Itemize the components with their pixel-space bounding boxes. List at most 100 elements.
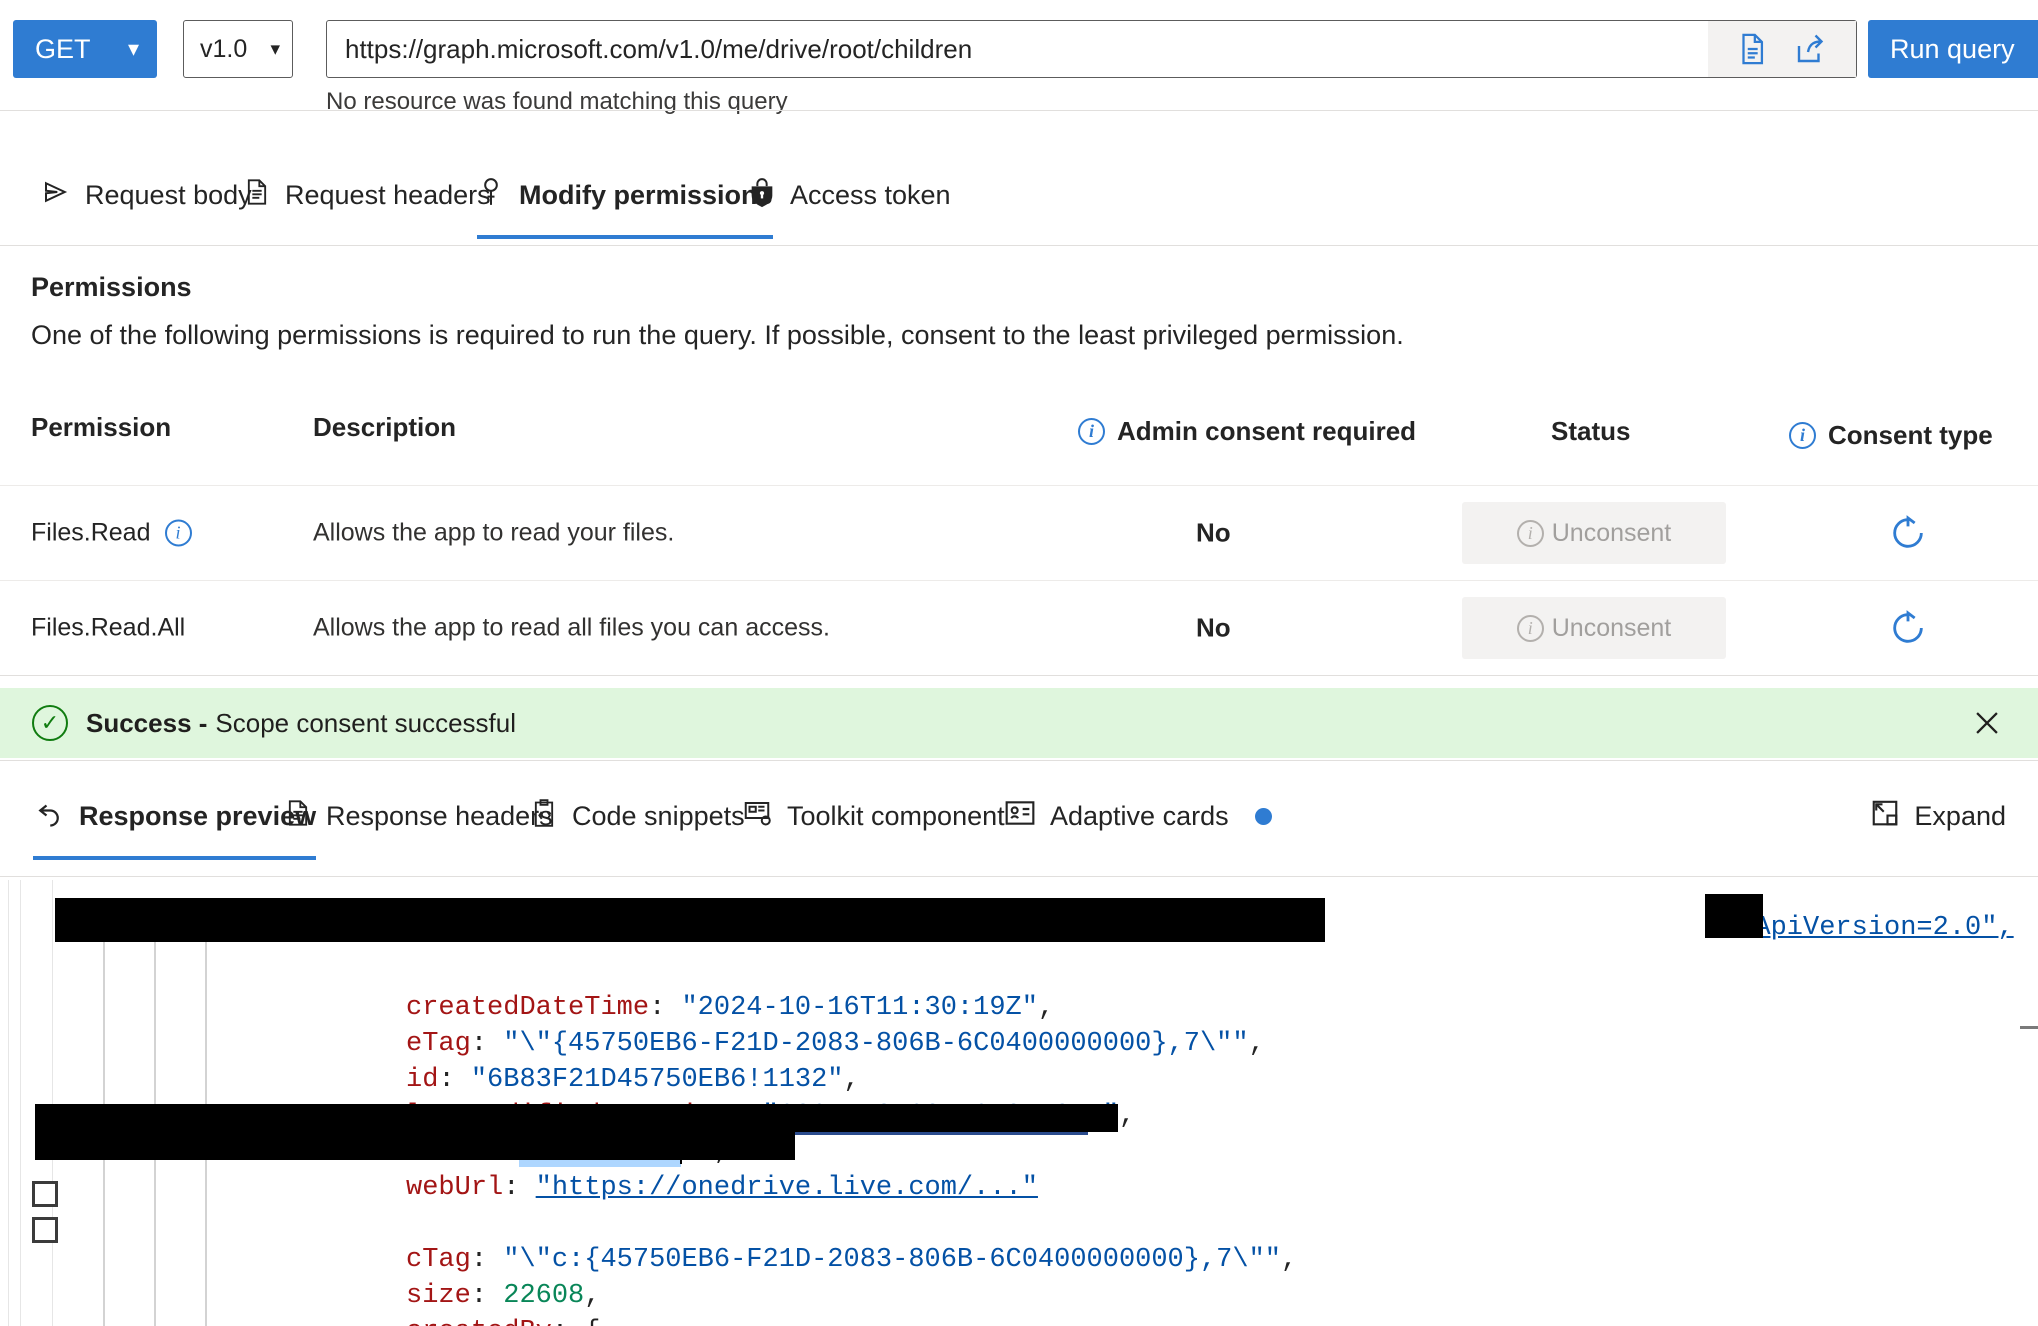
code-line-selected[interactable]: name: "Book 7.xlsx",: [0, 1062, 2038, 1167]
unconsent-label: Unconsent: [1551, 613, 1672, 642]
permission-name-cell: Files.Read i: [31, 519, 192, 548]
code-clipboard-icon: [530, 797, 558, 836]
permission-name-cell: Files.Read.All: [31, 614, 185, 643]
chevron-down-icon: ▾: [270, 38, 280, 60]
response-preview-editor[interactable]: 0&ApiVersion=2.0", createdDateTime: "202…: [0, 880, 2038, 1326]
col-permission: Permission: [31, 412, 171, 443]
redaction-bar: [35, 1132, 795, 1160]
info-icon: i: [1516, 614, 1544, 642]
col-label: Description: [313, 412, 457, 442]
json-code: 0&ApiVersion=2.0", createdDateTime: "202…: [0, 880, 2038, 1326]
tab-label: Access token: [790, 179, 951, 210]
tab-label: Response headers: [326, 800, 553, 831]
share-query-icon[interactable]: [1793, 31, 1829, 67]
info-icon[interactable]: i: [164, 519, 192, 547]
redaction-bar: [55, 898, 1325, 942]
code-line: user: {: [0, 1278, 2038, 1314]
banner-strong-text: Success -: [86, 707, 208, 738]
banner-text: Scope consent successful: [215, 707, 517, 738]
refresh-icon[interactable]: [1888, 513, 1928, 553]
lock-shield-icon: [748, 176, 776, 215]
admin-consent-cell: No: [1196, 612, 1231, 643]
divider: [0, 675, 2038, 676]
col-label: Admin consent required: [1117, 416, 1417, 446]
tab-code-snippets[interactable]: Code snippets: [530, 782, 745, 850]
permissions-description: One of the following permissions is requ…: [31, 320, 1404, 350]
code-line: cTag: "\"c:{45750EB6-F21D-2083-806B-6C04…: [406, 1245, 1298, 1275]
status-banner: ✓ Success - Scope consent successful: [0, 688, 2038, 758]
tab-response-headers[interactable]: Response headers: [284, 782, 553, 850]
tab-modify-permissions[interactable]: Modify permissions: [477, 161, 773, 239]
permission-description-cell: Allows the app to read your files.: [313, 518, 675, 547]
run-query-button[interactable]: Run query: [1868, 20, 2038, 78]
tab-response-preview[interactable]: Response preview: [33, 782, 317, 860]
tab-toolkit-component[interactable]: Toolkit component: [741, 782, 1005, 850]
api-version-dropdown[interactable]: v1.0 ▾: [183, 20, 293, 78]
col-status: Status: [1551, 416, 1630, 447]
chevron-down-icon: ▾: [127, 36, 139, 61]
response-tab-bar: Response preview Response headers Code s…: [0, 766, 2038, 880]
documentation-icon[interactable]: [1735, 31, 1769, 67]
unconsent-button[interactable]: i Unconsent: [1462, 502, 1726, 564]
table-row: Files.Read.All Allows the app to read al…: [0, 580, 2038, 675]
active-tab-underline: [33, 856, 317, 860]
request-url-input[interactable]: [327, 21, 1708, 77]
redaction-bar: [35, 1104, 1118, 1132]
url-action-group: [1708, 21, 1856, 77]
permissions-title: Permissions: [31, 272, 192, 302]
http-method-dropdown[interactable]: GET ▾: [13, 20, 157, 78]
expand-label: Expand: [1914, 800, 2006, 831]
active-tab-underline: [477, 235, 773, 239]
col-consent-type: i Consent type: [1789, 420, 1993, 451]
code-line: eTag: "\"{45750EB6-F21D-2083-806B-6C0400…: [406, 1029, 1265, 1059]
success-check-icon: ✓: [32, 705, 68, 741]
col-description: Description: [313, 412, 456, 443]
key-icon: [477, 176, 505, 215]
document-icon: [284, 798, 312, 835]
code-line: size: 22608,: [406, 1281, 601, 1311]
card-icon: [1004, 799, 1036, 834]
admin-consent-cell: No: [1196, 517, 1231, 548]
info-icon[interactable]: i: [1078, 418, 1105, 445]
permission-description-cell: Allows the app to read all files you can…: [313, 613, 830, 642]
divider: [0, 760, 2038, 761]
tab-request-body[interactable]: Request body: [41, 161, 252, 229]
expand-icon: [1870, 798, 1900, 835]
divider: [0, 110, 2038, 111]
tab-label: Adaptive cards: [1050, 800, 1229, 831]
info-icon[interactable]: i: [1789, 422, 1816, 449]
tab-label: Modify permissions: [519, 179, 773, 210]
divider: [0, 245, 2038, 246]
tab-label: Request body: [85, 179, 252, 210]
scrollbar-marker[interactable]: [2020, 1026, 2038, 1029]
tab-request-headers[interactable]: Request headers: [243, 161, 491, 229]
graph-explorer-page: GET ▾ v1.0 ▾ https://graph.microsoft.com…: [0, 0, 2038, 1326]
tab-access-token[interactable]: Access token: [748, 161, 951, 229]
divider: [0, 876, 2038, 877]
tab-label: Response preview: [79, 800, 317, 831]
permissions-table-header: Permission Description i Admin consent r…: [0, 380, 2038, 467]
unconsent-button[interactable]: i Unconsent: [1462, 597, 1726, 659]
redaction-bar: [1705, 894, 1763, 938]
json-value: {: [584, 1317, 600, 1326]
permission-name: Files.Read: [31, 518, 151, 547]
api-version-label: v1.0: [200, 34, 248, 63]
tab-label: Request headers: [285, 179, 491, 210]
refresh-icon[interactable]: [1888, 608, 1928, 648]
code-line: createdBy: {: [0, 1242, 2038, 1326]
tab-label: Code snippets: [572, 800, 745, 831]
expand-button[interactable]: Expand: [1864, 782, 2012, 850]
col-label: Consent type: [1828, 420, 1993, 450]
tab-adaptive-cards[interactable]: Adaptive cards: [1004, 782, 1272, 850]
undo-arrow-icon: [33, 798, 65, 835]
document-icon: [243, 177, 271, 214]
info-icon: i: [1516, 519, 1544, 547]
request-url-container: [326, 20, 1857, 78]
query-bar: GET ▾ v1.0 ▾ https://graph.microsoft.com…: [0, 0, 2038, 115]
request-tab-bar: Request body Request headers Modify perm…: [0, 145, 2038, 245]
unconsent-label: Unconsent: [1551, 518, 1672, 547]
tab-label: Toolkit component: [787, 800, 1005, 831]
close-icon[interactable]: [1964, 705, 2010, 741]
col-label: Permission: [31, 412, 172, 442]
query-hint-text: No resource was found matching this quer…: [326, 88, 788, 115]
